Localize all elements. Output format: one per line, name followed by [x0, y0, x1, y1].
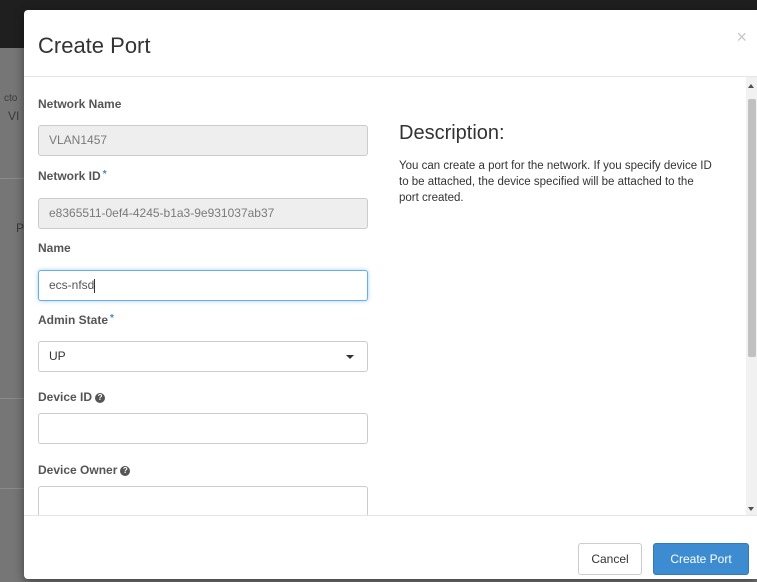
close-icon: × — [736, 27, 747, 47]
device-id-input[interactable] — [38, 413, 368, 444]
scroll-up-arrow-icon[interactable] — [748, 84, 754, 88]
admin-state-selected: UP — [49, 349, 66, 363]
create-port-button[interactable]: Create Port — [653, 543, 749, 575]
question-circle-icon[interactable]: ? — [120, 465, 131, 476]
modal-footer: Cancel Create Port — [24, 515, 757, 579]
background-fragment: VI — [8, 109, 20, 123]
background-divider — [0, 178, 26, 179]
create-port-modal: Create Port × Network Name VLAN1457 Netw… — [24, 10, 757, 579]
device-id-label: Device ID? — [38, 390, 106, 404]
question-circle-icon[interactable]: ? — [95, 392, 106, 403]
modal-scrollbar[interactable] — [746, 77, 757, 515]
scrollbar-thumb[interactable] — [748, 99, 756, 357]
network-id-field: e8365511-0ef4-4245-b1a3-9e931037ab37 — [38, 198, 368, 229]
admin-state-label: Admin State * — [38, 313, 114, 327]
background-fragment: cto — [4, 93, 18, 104]
required-marker: * — [110, 313, 114, 324]
required-marker: * — [102, 169, 107, 180]
device-owner-input[interactable] — [38, 486, 368, 515]
modal-title: Create Port — [38, 33, 151, 58]
description-title: Description: — [399, 122, 505, 144]
network-name-field: VLAN1457 — [38, 125, 368, 156]
device-owner-label: Device Owner? — [38, 463, 131, 477]
close-button[interactable]: × — [736, 28, 747, 46]
background-divider — [0, 398, 26, 399]
background-divider — [0, 488, 26, 489]
modal-header: Create Port × — [24, 10, 757, 77]
description-text: You can create a port for the network. I… — [399, 160, 712, 204]
name-input-value: ecs-nfsd — [49, 278, 95, 292]
network-id-label: Network ID * — [38, 169, 107, 183]
scroll-down-arrow-icon[interactable] — [748, 507, 754, 511]
name-label: Name — [38, 241, 71, 255]
admin-state-select[interactable]: UP — [38, 341, 368, 372]
network-name-label: Network Name — [38, 97, 122, 111]
background-fragment: P — [16, 221, 25, 235]
caret-down-icon — [346, 355, 354, 359]
modal-body: Network Name VLAN1457 Network ID * e83655… — [24, 77, 757, 515]
name-input[interactable]: ecs-nfsd — [38, 270, 368, 301]
text-cursor — [94, 278, 96, 293]
cancel-button[interactable]: Cancel — [578, 543, 642, 575]
